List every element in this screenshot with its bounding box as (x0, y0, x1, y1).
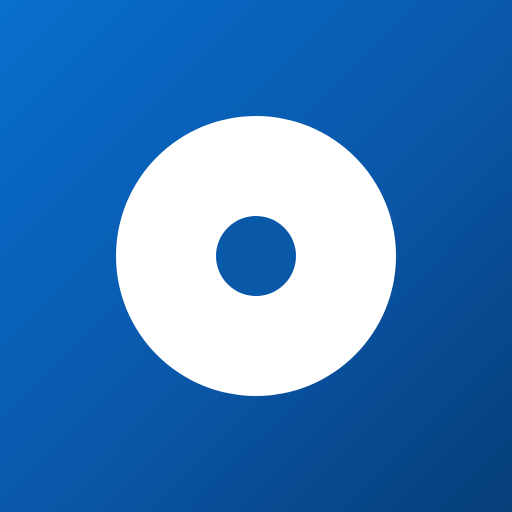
app-icon-tile (0, 0, 512, 512)
ring-icon (116, 116, 396, 396)
ring-hole (216, 216, 296, 296)
